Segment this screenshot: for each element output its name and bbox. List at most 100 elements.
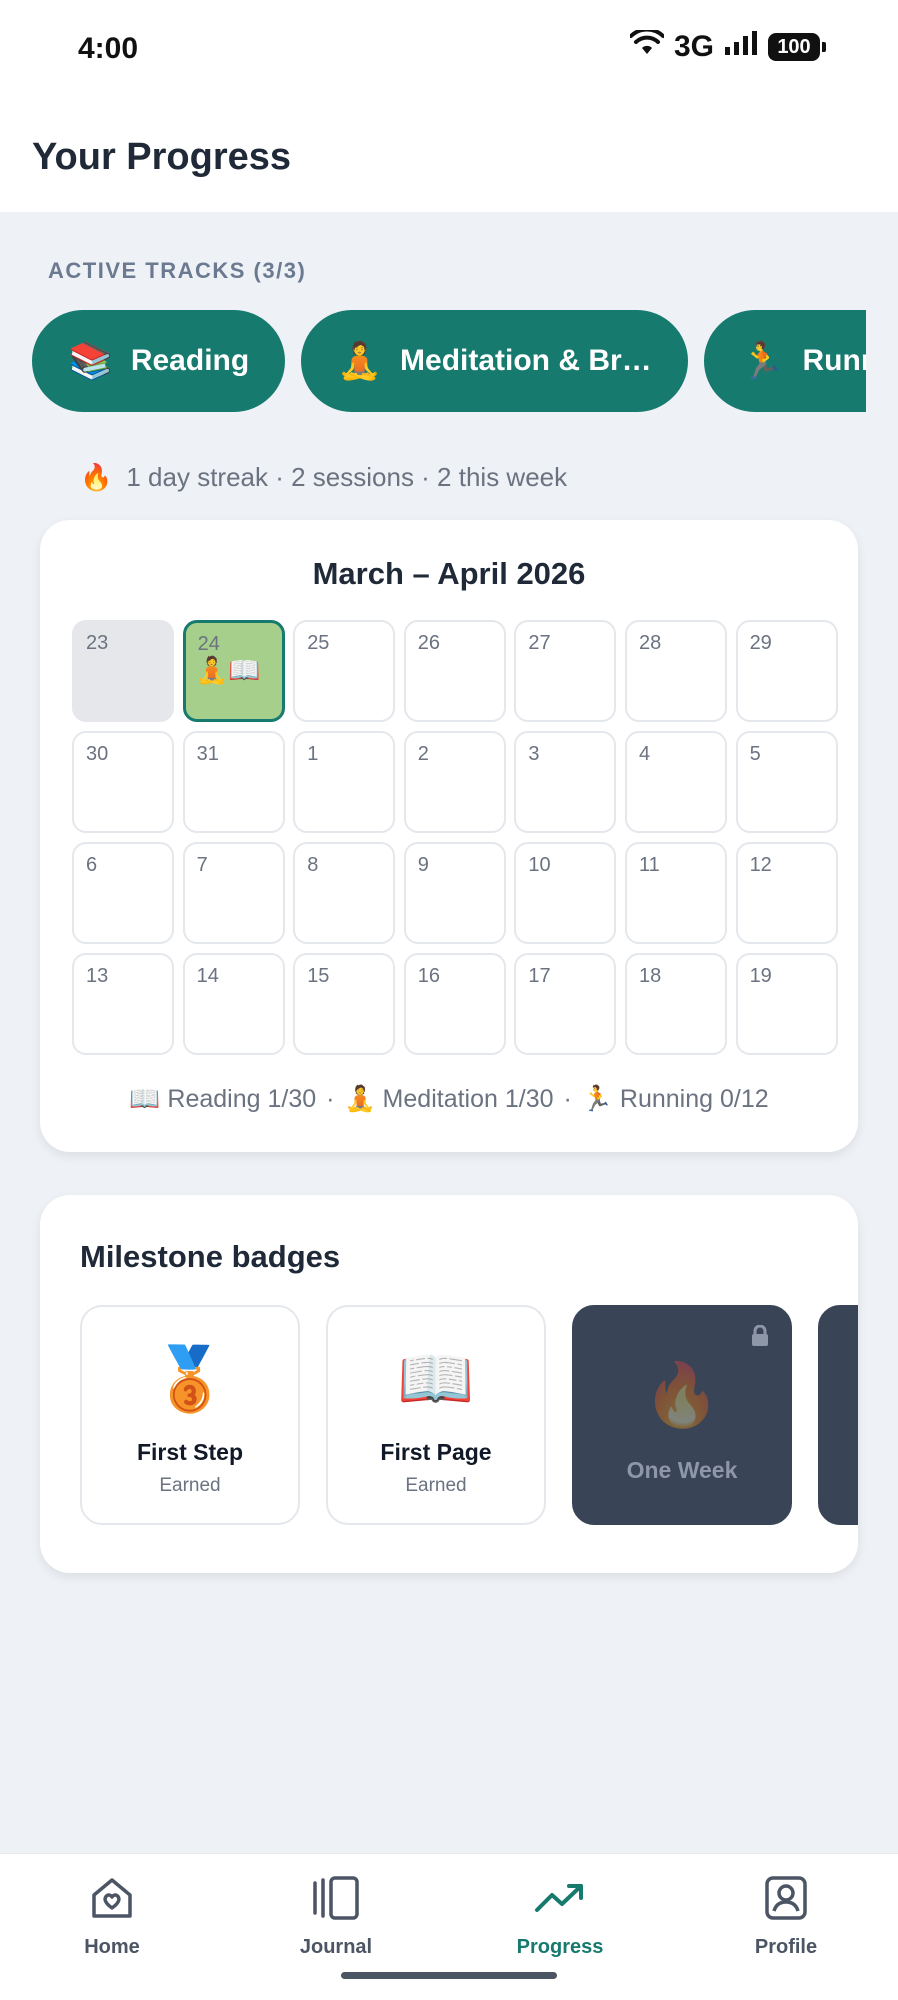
- page-title: Your Progress: [32, 136, 292, 178]
- signal-icon: [724, 30, 758, 64]
- calendar-day[interactable]: 27: [514, 620, 617, 722]
- journal-icon: [246, 1868, 426, 1928]
- badges-title: Milestone badges: [80, 1239, 341, 1274]
- status-time: 4:00: [78, 32, 139, 65]
- day-number: 11: [638, 854, 660, 876]
- badge-earned[interactable]: 🥉 First Step Earned: [80, 1305, 300, 1525]
- day-number: 25: [307, 632, 330, 654]
- calendar-day[interactable]: 8: [293, 842, 396, 944]
- track-label: Reading: [130, 344, 250, 377]
- battery-icon: 100: [768, 33, 826, 61]
- track-chip-meditation-br[interactable]: 🧘 Meditation & Br…: [301, 310, 688, 412]
- day-number: 23: [86, 632, 109, 654]
- day-number: 26: [417, 632, 441, 654]
- home-indicator[interactable]: [341, 1972, 557, 1979]
- day-number: 19: [749, 965, 772, 987]
- badge-locked[interactable]: [818, 1305, 858, 1525]
- day-number: 5: [749, 743, 761, 765]
- calendar-day[interactable]: 2: [403, 731, 506, 833]
- day-number: 30: [86, 743, 109, 765]
- calendar-day[interactable]: 1: [293, 731, 396, 833]
- calendar-day[interactable]: 29: [735, 620, 838, 722]
- calendar-day[interactable]: 15: [293, 953, 396, 1055]
- active-tracks-label: ACTIVE TRACKS (3/3): [48, 258, 307, 283]
- milestone-badges-card: Milestone badges 🥉 First Step Earned 📖 First…: [40, 1195, 858, 1573]
- track-emoji-icon: 🏃: [739, 340, 785, 381]
- day-number: 8: [307, 854, 319, 876]
- badges-scroll[interactable]: 🥉 First Step Earned 📖 First Page Earned 🔥 One W…: [80, 1305, 858, 1527]
- calendar-day[interactable]: 26: [403, 620, 506, 722]
- nav-profile-label: Profile: [754, 1936, 818, 1958]
- day-number: 12: [749, 854, 772, 876]
- fire-icon: 🔥: [80, 462, 113, 492]
- day-number: 24: [197, 633, 220, 655]
- track-emoji-icon: 🧘: [337, 340, 383, 381]
- badge-status: Earned: [405, 1475, 467, 1496]
- day-number: 7: [196, 854, 208, 876]
- day-number: 10: [528, 854, 551, 876]
- calendar-day[interactable]: 18: [624, 953, 727, 1055]
- tracks-scroll[interactable]: 📚 Reading 🧘 Meditation & Br… 🏃 Running: [32, 310, 866, 412]
- day-number: 28: [638, 632, 662, 654]
- nav-home-label: Home: [84, 1936, 140, 1958]
- track-chip-reading[interactable]: 📚 Reading: [32, 310, 286, 412]
- badge-title: First Page: [380, 1439, 492, 1465]
- track-label: Meditation & Br…: [400, 344, 652, 377]
- calendar-day[interactable]: 23: [72, 620, 174, 722]
- day-number: 13: [86, 965, 109, 987]
- calendar-day[interactable]: 31: [182, 731, 285, 833]
- day-number: 27: [528, 632, 551, 654]
- calendar-day[interactable]: 17: [514, 953, 617, 1055]
- day-number: 16: [417, 965, 441, 987]
- nav-progress-label: Progress: [516, 1936, 604, 1958]
- header: Your Progress: [0, 100, 898, 212]
- badge-emoji-icon: 📖: [397, 1345, 475, 1414]
- nav-progress[interactable]: Progress: [470, 1868, 650, 1959]
- calendar-day[interactable]: 30: [72, 731, 174, 833]
- calendar-day[interactable]: 5: [735, 731, 838, 833]
- session-marks-icon: 🧘📖: [195, 655, 261, 685]
- calendar-day[interactable]: 12: [735, 842, 838, 944]
- calendar-day[interactable]: 11: [624, 842, 727, 944]
- badge-earned[interactable]: 📖 First Page Earned: [326, 1305, 546, 1525]
- calendar-day[interactable]: 7: [182, 842, 285, 944]
- day-number: 9: [417, 854, 429, 876]
- calendar-day[interactable]: 19: [735, 953, 838, 1055]
- day-number: 1: [307, 743, 319, 765]
- day-number: 31: [196, 743, 219, 765]
- wifi-icon: [628, 27, 665, 64]
- calendar-day[interactable]: 24 🧘📖: [182, 620, 285, 722]
- badge-locked[interactable]: 🔥 One Week: [572, 1305, 792, 1525]
- calendar-day[interactable]: 6: [72, 842, 174, 944]
- profile-icon: [696, 1868, 876, 1928]
- nav-journal[interactable]: Journal: [246, 1868, 426, 1959]
- track-label: Running: [802, 344, 866, 377]
- day-number: 29: [749, 632, 772, 654]
- lock-icon: [750, 1324, 770, 1353]
- calendar-day[interactable]: 9: [403, 842, 506, 944]
- calendar-day[interactable]: 10: [514, 842, 617, 944]
- calendar-day[interactable]: 14: [182, 953, 285, 1055]
- legend-item: 🏃 Running 0/12: [581, 1085, 769, 1113]
- day-number: 17: [528, 965, 551, 987]
- calendar-day[interactable]: 3: [514, 731, 617, 833]
- legend-item: 📖 Reading 1/30: [129, 1085, 317, 1113]
- tracks-row: 📚 Reading 🧘 Meditation & Br… 🏃 Running: [32, 310, 866, 412]
- nav-journal-label: Journal: [299, 1936, 373, 1958]
- calendar-day[interactable]: 16: [403, 953, 506, 1055]
- track-chip-running[interactable]: 🏃 Running: [703, 310, 866, 412]
- calendar-card: March – April 2026 23 24 🧘📖 25 26 27 28 29 30 31 1…: [40, 520, 858, 1152]
- calendar-day[interactable]: 28: [624, 620, 727, 722]
- calendar-day[interactable]: 4: [624, 731, 727, 833]
- status-icons: 3G 100: [628, 27, 826, 64]
- badge-emoji-icon: 🥉: [151, 1345, 229, 1414]
- streak-summary: 🔥 1 day streak · 2 sessions · 2 this wee…: [80, 462, 567, 493]
- streak-text: 1 day streak · 2 sessions · 2 this week: [126, 462, 568, 492]
- status-bar: 4:00 3G 100: [0, 0, 898, 100]
- calendar-day[interactable]: 13: [72, 953, 174, 1055]
- legend-separator: ·: [563, 1085, 572, 1113]
- day-number: 15: [307, 965, 330, 987]
- calendar-day[interactable]: 25: [293, 620, 396, 722]
- nav-home[interactable]: Home: [22, 1868, 202, 1959]
- nav-profile[interactable]: Profile: [696, 1868, 876, 1959]
